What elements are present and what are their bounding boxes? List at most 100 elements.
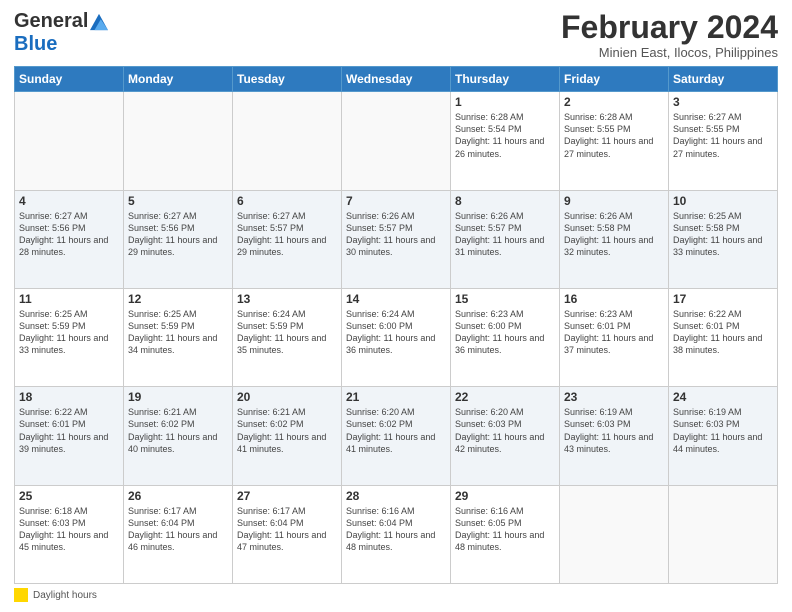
calendar-cell: 25 Sunrise: 6:18 AM Sunset: 6:03 PM Dayli… bbox=[15, 485, 124, 583]
day-number: 14 bbox=[346, 292, 446, 306]
calendar-cell bbox=[233, 92, 342, 190]
day-number: 24 bbox=[673, 390, 773, 404]
calendar-cell: 28 Sunrise: 6:16 AM Sunset: 6:04 PM Dayli… bbox=[342, 485, 451, 583]
calendar-cell: 12 Sunrise: 6:25 AM Sunset: 5:59 PM Dayli… bbox=[124, 288, 233, 386]
day-number: 29 bbox=[455, 489, 555, 503]
calendar-cell bbox=[560, 485, 669, 583]
logo: General Blue bbox=[14, 10, 108, 56]
calendar-cell bbox=[342, 92, 451, 190]
day-number: 9 bbox=[564, 194, 664, 208]
calendar-cell: 2Sunrise: 6:28 AM Sunset: 5:55 PM Daylig… bbox=[560, 92, 669, 190]
day-info: Sunrise: 6:27 AM Sunset: 5:57 PM Dayligh… bbox=[237, 210, 337, 259]
day-info: Sunrise: 6:28 AM Sunset: 5:54 PM Dayligh… bbox=[455, 111, 555, 160]
legend-label: Daylight hours bbox=[33, 590, 97, 601]
calendar-cell: 17 Sunrise: 6:22 AM Sunset: 6:01 PM Dayli… bbox=[669, 288, 778, 386]
day-number: 17 bbox=[673, 292, 773, 306]
weekday-header-monday: Monday bbox=[124, 67, 233, 92]
calendar-cell: 6 Sunrise: 6:27 AM Sunset: 5:57 PM Daylig… bbox=[233, 190, 342, 288]
day-info: Sunrise: 6:19 AM Sunset: 6:03 PM Dayligh… bbox=[564, 406, 664, 455]
calendar-cell: 9 Sunrise: 6:26 AM Sunset: 5:58 PM Daylig… bbox=[560, 190, 669, 288]
day-number: 3 bbox=[673, 95, 773, 109]
day-info: Sunrise: 6:17 AM Sunset: 6:04 PM Dayligh… bbox=[128, 505, 228, 554]
day-info: Sunrise: 6:28 AM Sunset: 5:55 PM Dayligh… bbox=[564, 111, 664, 160]
calendar-table: SundayMondayTuesdayWednesdayThursdayFrid… bbox=[14, 66, 778, 584]
day-number: 4 bbox=[19, 194, 119, 208]
calendar-cell: 26 Sunrise: 6:17 AM Sunset: 6:04 PM Dayli… bbox=[124, 485, 233, 583]
day-number: 18 bbox=[19, 390, 119, 404]
calendar-cell: 19 Sunrise: 6:21 AM Sunset: 6:02 PM Dayli… bbox=[124, 387, 233, 485]
weekday-header-tuesday: Tuesday bbox=[233, 67, 342, 92]
weekday-header-wednesday: Wednesday bbox=[342, 67, 451, 92]
day-number: 19 bbox=[128, 390, 228, 404]
day-info: Sunrise: 6:16 AM Sunset: 6:05 PM Dayligh… bbox=[455, 505, 555, 554]
day-info: Sunrise: 6:23 AM Sunset: 6:01 PM Dayligh… bbox=[564, 308, 664, 357]
calendar-cell: 23Sunrise: 6:19 AM Sunset: 6:03 PM Dayli… bbox=[560, 387, 669, 485]
day-number: 26 bbox=[128, 489, 228, 503]
calendar-cell: 14Sunrise: 6:24 AM Sunset: 6:00 PM Dayli… bbox=[342, 288, 451, 386]
header: General Blue February 2024 Minien East, … bbox=[14, 10, 778, 60]
day-number: 6 bbox=[237, 194, 337, 208]
day-number: 1 bbox=[455, 95, 555, 109]
day-info: Sunrise: 6:20 AM Sunset: 6:03 PM Dayligh… bbox=[455, 406, 555, 455]
weekday-header-thursday: Thursday bbox=[451, 67, 560, 92]
calendar-cell: 3Sunrise: 6:27 AM Sunset: 5:55 PM Daylig… bbox=[669, 92, 778, 190]
day-number: 13 bbox=[237, 292, 337, 306]
day-info: Sunrise: 6:25 AM Sunset: 5:59 PM Dayligh… bbox=[19, 308, 119, 357]
day-info: Sunrise: 6:19 AM Sunset: 6:03 PM Dayligh… bbox=[673, 406, 773, 455]
calendar-cell: 16 Sunrise: 6:23 AM Sunset: 6:01 PM Dayli… bbox=[560, 288, 669, 386]
day-info: Sunrise: 6:20 AM Sunset: 6:02 PM Dayligh… bbox=[346, 406, 446, 455]
week-row-5: 25 Sunrise: 6:18 AM Sunset: 6:03 PM Dayli… bbox=[15, 485, 778, 583]
calendar-cell: 4Sunrise: 6:27 AM Sunset: 5:56 PM Daylig… bbox=[15, 190, 124, 288]
week-row-4: 18Sunrise: 6:22 AM Sunset: 6:01 PM Dayli… bbox=[15, 387, 778, 485]
day-number: 22 bbox=[455, 390, 555, 404]
weekday-header-friday: Friday bbox=[560, 67, 669, 92]
calendar-cell: 5Sunrise: 6:27 AM Sunset: 5:56 PM Daylig… bbox=[124, 190, 233, 288]
calendar-cell: 20 Sunrise: 6:21 AM Sunset: 6:02 PM Dayli… bbox=[233, 387, 342, 485]
calendar-cell: 24 Sunrise: 6:19 AM Sunset: 6:03 PM Dayli… bbox=[669, 387, 778, 485]
day-info: Sunrise: 6:21 AM Sunset: 6:02 PM Dayligh… bbox=[237, 406, 337, 455]
day-info: Sunrise: 6:16 AM Sunset: 6:04 PM Dayligh… bbox=[346, 505, 446, 554]
day-number: 5 bbox=[128, 194, 228, 208]
weekday-header-sunday: Sunday bbox=[15, 67, 124, 92]
day-info: Sunrise: 6:22 AM Sunset: 6:01 PM Dayligh… bbox=[673, 308, 773, 357]
day-info: Sunrise: 6:21 AM Sunset: 6:02 PM Dayligh… bbox=[128, 406, 228, 455]
day-number: 20 bbox=[237, 390, 337, 404]
day-number: 10 bbox=[673, 194, 773, 208]
day-info: Sunrise: 6:17 AM Sunset: 6:04 PM Dayligh… bbox=[237, 505, 337, 554]
calendar-cell bbox=[15, 92, 124, 190]
calendar-cell: 29 Sunrise: 6:16 AM Sunset: 6:05 PM Dayli… bbox=[451, 485, 560, 583]
day-number: 8 bbox=[455, 194, 555, 208]
logo-text: General bbox=[14, 10, 108, 33]
day-info: Sunrise: 6:26 AM Sunset: 5:58 PM Dayligh… bbox=[564, 210, 664, 259]
calendar-cell: 18Sunrise: 6:22 AM Sunset: 6:01 PM Dayli… bbox=[15, 387, 124, 485]
day-number: 21 bbox=[346, 390, 446, 404]
day-number: 11 bbox=[19, 292, 119, 306]
day-info: Sunrise: 6:25 AM Sunset: 5:59 PM Dayligh… bbox=[128, 308, 228, 357]
calendar-cell: 15Sunrise: 6:23 AM Sunset: 6:00 PM Dayli… bbox=[451, 288, 560, 386]
day-number: 12 bbox=[128, 292, 228, 306]
logo-blue-text: Blue bbox=[14, 33, 57, 55]
calendar-cell: 21 Sunrise: 6:20 AM Sunset: 6:02 PM Dayli… bbox=[342, 387, 451, 485]
week-row-2: 4Sunrise: 6:27 AM Sunset: 5:56 PM Daylig… bbox=[15, 190, 778, 288]
day-info: Sunrise: 6:25 AM Sunset: 5:58 PM Dayligh… bbox=[673, 210, 773, 259]
calendar-cell: 11 Sunrise: 6:25 AM Sunset: 5:59 PM Dayli… bbox=[15, 288, 124, 386]
calendar-cell: 27 Sunrise: 6:17 AM Sunset: 6:04 PM Dayli… bbox=[233, 485, 342, 583]
title-section: February 2024 Minien East, Ilocos, Phili… bbox=[561, 10, 778, 60]
calendar-cell: 13 Sunrise: 6:24 AM Sunset: 5:59 PM Dayli… bbox=[233, 288, 342, 386]
day-number: 25 bbox=[19, 489, 119, 503]
day-info: Sunrise: 6:18 AM Sunset: 6:03 PM Dayligh… bbox=[19, 505, 119, 554]
page: General Blue February 2024 Minien East, … bbox=[0, 0, 792, 612]
weekday-header-saturday: Saturday bbox=[669, 67, 778, 92]
location-subtitle: Minien East, Ilocos, Philippines bbox=[561, 45, 778, 60]
day-info: Sunrise: 6:23 AM Sunset: 6:00 PM Dayligh… bbox=[455, 308, 555, 357]
week-row-3: 11 Sunrise: 6:25 AM Sunset: 5:59 PM Dayli… bbox=[15, 288, 778, 386]
day-number: 28 bbox=[346, 489, 446, 503]
weekday-header-row: SundayMondayTuesdayWednesdayThursdayFrid… bbox=[15, 67, 778, 92]
week-row-1: 1 Sunrise: 6:28 AM Sunset: 5:54 PM Daylig… bbox=[15, 92, 778, 190]
day-number: 16 bbox=[564, 292, 664, 306]
day-info: Sunrise: 6:24 AM Sunset: 5:59 PM Dayligh… bbox=[237, 308, 337, 357]
legend-color-box bbox=[14, 588, 28, 602]
day-number: 7 bbox=[346, 194, 446, 208]
day-number: 27 bbox=[237, 489, 337, 503]
legend: Daylight hours bbox=[14, 588, 778, 602]
